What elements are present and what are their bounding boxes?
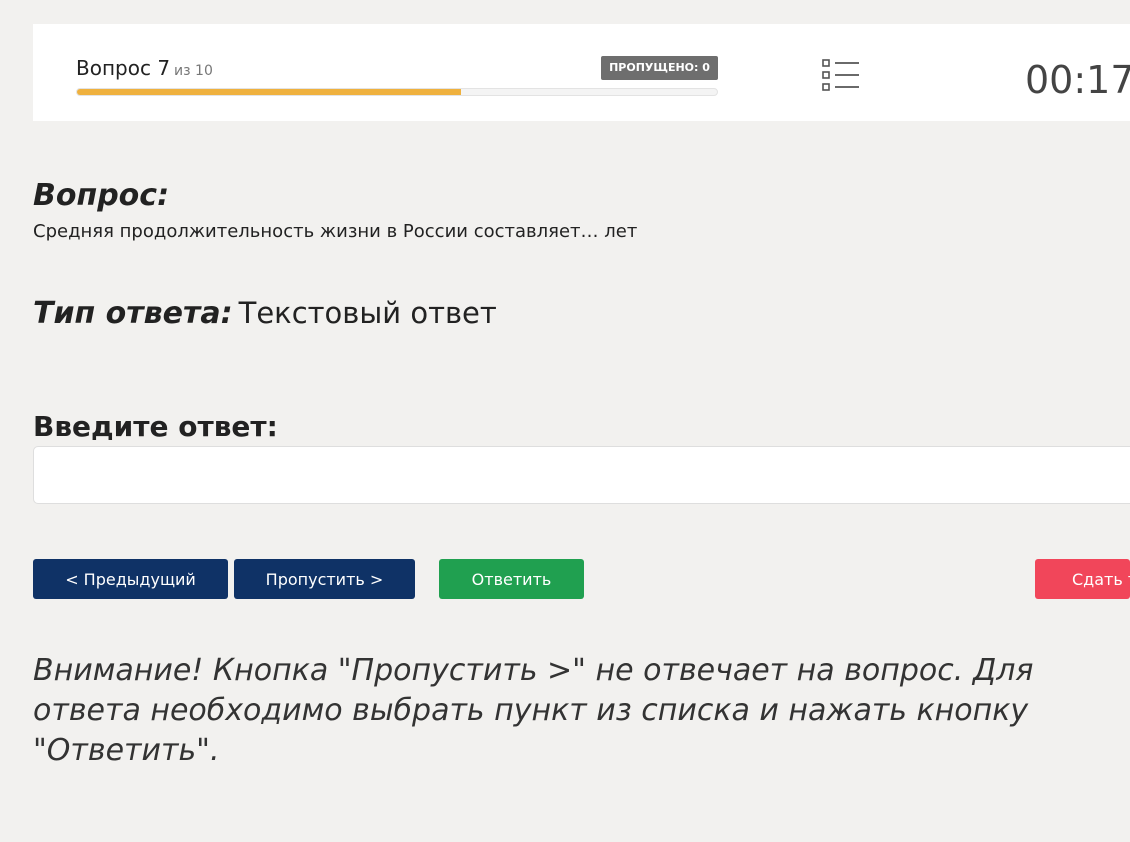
question-number: Вопрос 7: [76, 56, 171, 80]
progress-bar-fill: [77, 89, 461, 95]
quiz-header: Вопрос 7из 10 ПРОПУЩЕНО: 0 00:17:1: [33, 24, 1130, 121]
question-counter: Вопрос 7 из 10: [76, 56, 213, 80]
previous-button[interactable]: < Предыдущий: [33, 559, 228, 599]
question-total: из 10: [174, 63, 213, 79]
list-icon[interactable]: [821, 58, 861, 92]
question-heading: Вопрос:: [33, 178, 170, 213]
answer-label: Введите ответ:: [33, 410, 278, 443]
answer-input[interactable]: [33, 446, 1130, 504]
answer-type-row: Тип ответа: Текстовый ответ: [33, 296, 497, 331]
skipped-badge: ПРОПУЩЕНО: 0: [601, 56, 718, 80]
progress-bar: [76, 88, 718, 96]
submit-test-button[interactable]: Сдать т: [1035, 559, 1130, 599]
skip-button[interactable]: Пропустить >: [234, 559, 415, 599]
answer-button[interactable]: Ответить: [439, 559, 584, 599]
answer-type-label: Тип ответа:: [33, 296, 233, 331]
answer-type-value: Текстовый ответ: [238, 296, 497, 330]
warning-text: Внимание! Кнопка "Пропустить >" не отвеч…: [33, 653, 1034, 768]
question-text: Средняя продолжительность жизни в России…: [33, 221, 638, 242]
timer: 00:17:1: [1025, 58, 1130, 102]
